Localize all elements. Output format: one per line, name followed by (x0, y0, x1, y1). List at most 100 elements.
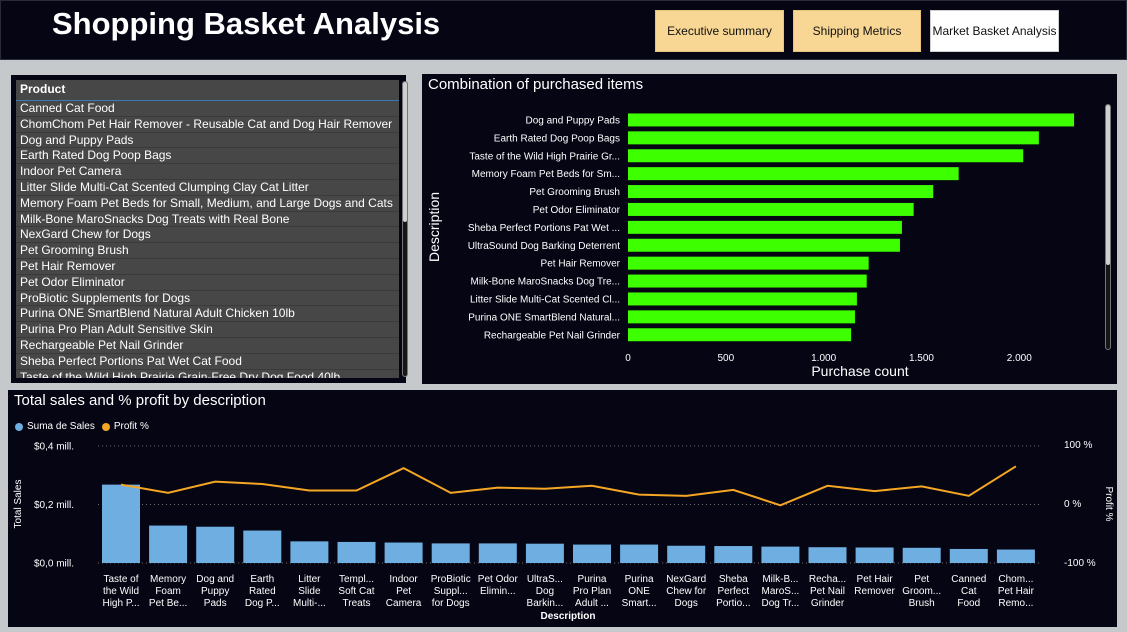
sales-bar[interactable] (431, 543, 470, 563)
sales-category-label: Pet Hair (857, 574, 894, 585)
sales-bar[interactable] (761, 546, 800, 563)
sales-bar[interactable] (714, 546, 753, 563)
sales-bar[interactable] (808, 547, 847, 563)
slicer-item[interactable]: Indoor Pet Camera (16, 164, 399, 180)
slicer-item[interactable]: Litter Slide Multi-Cat Scented Clumping … (16, 179, 399, 196)
sales-bar[interactable] (620, 544, 659, 563)
slicer-item[interactable]: Purina ONE SmartBlend Natural Adult Chic… (16, 306, 399, 323)
slicer-item[interactable]: Earth Rated Dog Poop Bags (16, 148, 399, 165)
sales-bar[interactable] (902, 547, 941, 563)
sales-bar[interactable] (478, 543, 517, 563)
sales-category-label: Templ... (339, 574, 374, 585)
sales-category-label: Pads (204, 598, 227, 609)
combo-bar[interactable] (628, 238, 900, 252)
combination-chart-scrollbar-thumb[interactable] (1106, 105, 1110, 265)
sales-profit-panel: Total sales and % profit by description … (8, 390, 1117, 627)
nav-shipping-metrics-button[interactable]: Shipping Metrics (793, 10, 921, 52)
sales-category-label: Treats (343, 598, 371, 609)
combo-x-tick: 2.000 (1007, 353, 1032, 364)
sales-bar[interactable] (102, 484, 140, 563)
combo-bar[interactable] (628, 256, 869, 270)
sales-category-label: Remo... (998, 598, 1033, 609)
combo-bar[interactable] (628, 167, 959, 181)
sales-bar[interactable] (855, 547, 894, 563)
slicer-item[interactable]: Pet Hair Remover (16, 258, 399, 275)
sales-category-label: Cat (961, 586, 977, 597)
slicer-item[interactable]: Rechargeable Pet Nail Grinder (16, 337, 399, 354)
sales-category-label: Dog Tr... (762, 598, 800, 609)
sales-category-label: Smart... (622, 598, 657, 609)
sales-y-tick: $0,4 mill. (34, 442, 74, 453)
sales-category-label: Adult ... (575, 598, 609, 609)
sales-category-label: High P... (102, 598, 139, 609)
sales-category-label: Puppy (201, 586, 229, 597)
slicer-item[interactable]: Milk-Bone MaroSnacks Dog Treats with Rea… (16, 211, 399, 228)
sales-category-label: Multi-... (293, 598, 326, 609)
slicer-item[interactable]: ChomChom Pet Hair Remover - Reusable Cat… (16, 116, 399, 133)
combo-bar[interactable] (628, 131, 1039, 145)
sales-category-label: Foam (155, 586, 181, 597)
sales-category-label: Camera (386, 598, 422, 609)
sales-bar[interactable] (196, 526, 235, 563)
combo-bar[interactable] (628, 274, 867, 288)
profit-y-axis-label: Profit % (1103, 486, 1114, 521)
sales-category-label: Pet (914, 574, 929, 585)
profit-line[interactable] (120, 465, 1017, 507)
slicer-item[interactable]: Dog and Puppy Pads (16, 132, 399, 149)
slicer-item[interactable]: Pet Grooming Brush (16, 243, 399, 259)
combo-bar[interactable] (628, 185, 934, 199)
sales-category-label: Suppl... (434, 586, 468, 597)
slicer-item[interactable]: Canned Cat Food (16, 101, 399, 117)
sales-bar[interactable] (337, 541, 376, 563)
sales-category-label: Earth (250, 574, 274, 585)
sales-bar[interactable] (996, 549, 1035, 563)
combo-category-label: Purina ONE SmartBlend Natural... (468, 312, 620, 323)
slicer-item[interactable]: ProBiotic Supplements for Dogs (16, 290, 399, 307)
sales-bar[interactable] (525, 543, 564, 563)
slicer-item[interactable]: Purina Pro Plan Adult Sensitive Skin (16, 322, 399, 338)
combo-category-label: Litter Slide Multi-Cat Scented Cl... (470, 294, 620, 305)
slicer-list: Canned Cat Food ChomChom Pet Hair Remover… (16, 101, 399, 378)
slicer-item[interactable]: NexGard Chew for Dogs (16, 227, 399, 244)
combo-category-label: Sheba Perfect Portions Pat Wet ... (468, 223, 620, 234)
sales-y-tick: $0,0 mill. (34, 559, 74, 570)
combo-category-label: Pet Hair Remover (541, 259, 621, 270)
sales-bar[interactable] (573, 544, 611, 563)
sales-bar[interactable] (149, 525, 188, 563)
sales-bar[interactable] (290, 541, 329, 563)
sales-category-label: Pet Odor (478, 574, 519, 585)
sales-category-label: the Wild (103, 586, 139, 597)
combo-category-label: Rechargeable Pet Nail Grinder (484, 330, 621, 341)
combo-category-label: Pet Grooming Brush (529, 187, 620, 198)
sales-category-label: Litter (298, 574, 321, 585)
combo-bar[interactable] (628, 202, 914, 216)
combo-bar[interactable] (628, 292, 857, 306)
combo-bar[interactable] (628, 310, 855, 324)
profit-y-tick: -100 % (1064, 558, 1096, 569)
combination-chart-scrollbar[interactable] (1105, 104, 1111, 350)
page-title: Shopping Basket Analysis (52, 6, 441, 41)
slicer-item[interactable]: Memory Foam Pet Beds for Small, Medium, … (16, 195, 399, 212)
sales-bar[interactable] (243, 530, 282, 563)
combo-bar[interactable] (628, 220, 902, 234)
sales-bar[interactable] (667, 545, 706, 563)
nav-market-basket-button[interactable]: Market Basket Analysis (930, 10, 1059, 52)
sales-category-label: Memory (150, 574, 186, 585)
combo-bar[interactable] (628, 328, 852, 342)
slicer-scrollbar-thumb[interactable] (403, 82, 407, 222)
slicer-item[interactable]: Sheba Perfect Portions Pat Wet Cat Food (16, 353, 399, 370)
combo-category-label: Earth Rated Dog Poop Bags (494, 133, 620, 144)
combo-category-label: Taste of the Wild High Prairie Gr... (469, 151, 620, 162)
sales-category-label: Purina (578, 574, 607, 585)
sales-bar[interactable] (949, 548, 988, 563)
sales-category-label: ONE (628, 586, 650, 597)
sales-bar[interactable] (384, 542, 423, 563)
combo-bar[interactable] (628, 113, 1075, 127)
slicer-scrollbar[interactable] (402, 81, 408, 377)
sales-category-label: Dogs (675, 598, 698, 609)
nav-executive-summary-button[interactable]: Executive summary (655, 10, 784, 52)
slicer-item[interactable]: Taste of the Wild High Prairie Grain-Fre… (16, 369, 399, 378)
slicer-item[interactable]: Pet Odor Eliminator (16, 274, 399, 291)
combo-bar[interactable] (628, 149, 1024, 163)
sales-category-label: Slide (298, 586, 321, 597)
